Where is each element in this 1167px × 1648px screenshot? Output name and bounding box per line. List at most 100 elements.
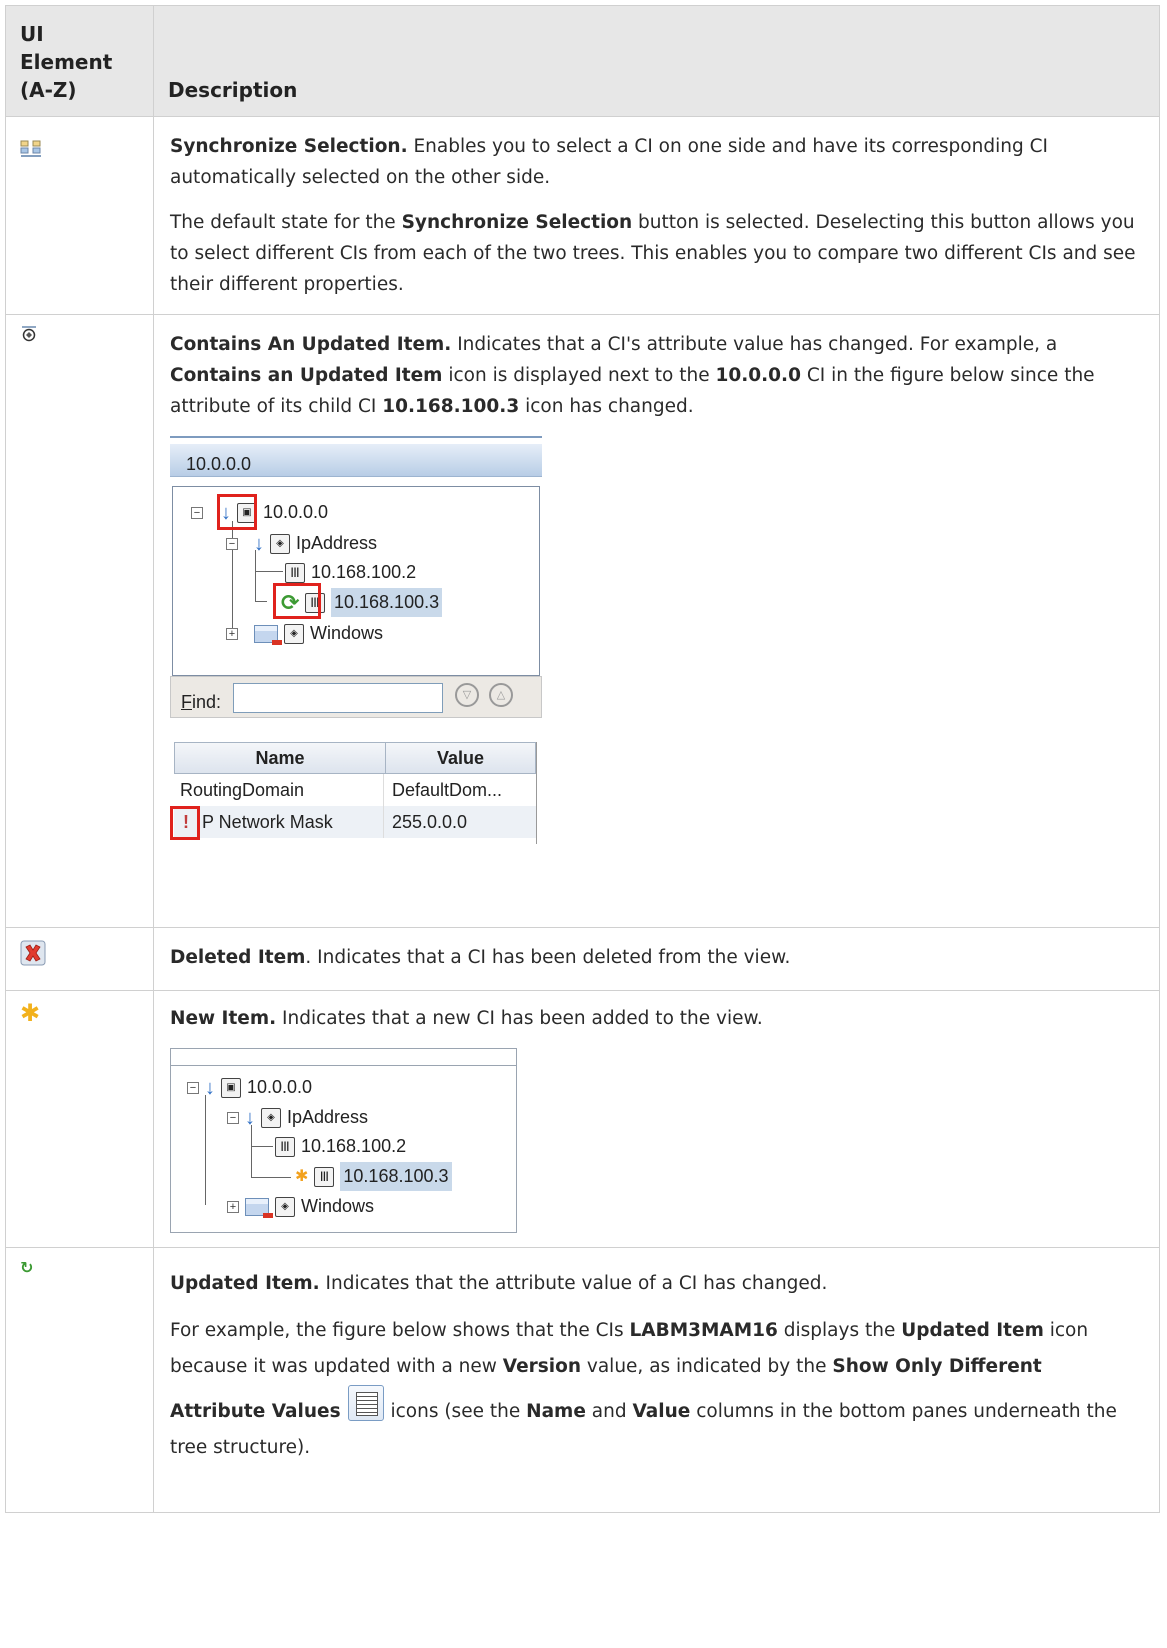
highlight-box <box>273 583 321 619</box>
expand-icon[interactable]: + <box>226 627 238 640</box>
node-label: IpAddress <box>287 1107 369 1127</box>
description-paragraph: New Item. Indicates that a new CI has be… <box>170 1003 1143 1034</box>
find-next-icon[interactable]: ▽ <box>455 683 479 707</box>
table-row: ✱ New Item. Indicates that a new CI has … <box>5 990 1160 1248</box>
bold-term: 10.168.100.3 <box>382 396 520 417</box>
collapse-icon[interactable]: − <box>227 1111 239 1124</box>
item-text: . Indicates that a CI has been deleted f… <box>305 947 791 968</box>
highlight-box <box>170 806 200 840</box>
description-paragraph: Contains An Updated Item. Indicates that… <box>170 329 1143 422</box>
column-header-value[interactable]: Value <box>386 743 535 773</box>
ci-type-icon: ◈ <box>284 623 304 644</box>
text-span: value, as indicated by the <box>581 1356 833 1377</box>
bold-term: Version <box>502 1356 582 1377</box>
item-title: Synchronize Selection. <box>170 136 408 157</box>
down-arrow-icon: ↓ <box>254 532 264 555</box>
view-icon <box>254 624 282 645</box>
property-value: 255.0.0.0 <box>392 812 468 832</box>
table-row[interactable]: P Network Mask 255.0.0.0 ! <box>170 806 536 840</box>
updated-item-icon: ↻ <box>20 1258 34 1277</box>
property-name-cell: P Network Mask <box>174 806 384 838</box>
collapse-icon[interactable]: − <box>191 506 203 519</box>
find-previous-icon[interactable]: △ <box>489 683 513 707</box>
icon-cell <box>5 314 154 928</box>
tree-node-windows[interactable]: + ◈ Windows <box>227 1192 374 1221</box>
item-title: Updated Item. <box>170 1273 320 1294</box>
ip-icon: ||| <box>314 1166 335 1187</box>
view-icon <box>245 1197 273 1218</box>
properties-header: Name Value <box>174 742 536 774</box>
tree-screenshot-figure: 10.0.0.0 − ↓ ▣ 10.0.0.0 − ↓ ◈ IpAddress … <box>170 436 550 896</box>
property-value: DefaultDom... <box>392 780 503 800</box>
item-title: New Item. <box>170 1008 277 1029</box>
node-label: Windows <box>310 623 384 643</box>
tree-view: − ↓ ▣ 10.0.0.0 − ↓ ◈ IpAddress ||| 10.16… <box>172 486 540 676</box>
description-cell: Deleted Item. Indicates that a CI has be… <box>153 927 1160 991</box>
property-name: P Network Mask <box>202 812 333 832</box>
tree-node-root[interactable]: − ↓ ▣ 10.0.0.0 <box>187 1073 312 1102</box>
new-item-icon: ✱ <box>20 999 41 1027</box>
icon-cell: ↻ <box>5 1247 154 1513</box>
description-paragraph: For example, the figure below shows that… <box>170 1313 1143 1466</box>
text-span: The default state for the <box>170 212 402 233</box>
node-label: 10.168.100.2 <box>301 1136 407 1156</box>
table-row: ↻ Updated Item. Indicates that the attri… <box>5 1247 1160 1513</box>
icon-cell <box>5 927 154 991</box>
tree-node-ip-2[interactable]: ✱ ||| 10.168.100.3 <box>295 1162 452 1191</box>
tree-node-windows[interactable]: + ◈ Windows <box>226 619 383 648</box>
collapse-icon[interactable]: − <box>187 1081 199 1094</box>
expand-icon[interactable]: + <box>227 1200 239 1213</box>
table-row: Deleted Item. Indicates that a CI has be… <box>5 927 1160 991</box>
description-cell: Synchronize Selection. Enables you to se… <box>153 116 1160 315</box>
description-paragraph: Synchronize Selection. Enables you to se… <box>170 131 1143 193</box>
tree-node-root[interactable]: − ↓ ▣ 10.0.0.0 <box>191 498 328 527</box>
description-cell: New Item. Indicates that a new CI has be… <box>153 990 1160 1248</box>
item-text: Indicates that the attribute value of a … <box>319 1273 828 1294</box>
table-row: Synchronize Selection. Enables you to se… <box>5 116 1160 315</box>
ui-element-table: UI Element (A-Z) Description Synchronize… <box>5 5 1160 1513</box>
find-label: Find: <box>181 692 222 712</box>
tree-node-ip-1[interactable]: ||| 10.168.100.2 <box>275 1132 406 1161</box>
text-span: icon has changed. <box>519 396 694 417</box>
node-label: 10.0.0.0 <box>247 1077 313 1097</box>
description-cell: Updated Item. Indicates that the attribu… <box>153 1247 1160 1513</box>
item-title: Contains An Updated Item. <box>170 334 452 355</box>
bold-term: Synchronize Selection <box>401 212 633 233</box>
node-label: IpAddress <box>296 533 378 553</box>
header-description: Description <box>153 5 1160 117</box>
down-arrow-icon: ↓ <box>245 1106 255 1129</box>
table-header-row: UI Element (A-Z) Description <box>5 5 1160 117</box>
bold-term: Value <box>632 1401 691 1422</box>
bold-term: 10.0.0.0 <box>715 365 801 386</box>
deleted-item-icon <box>20 940 46 970</box>
contains-updated-item-icon <box>20 325 38 347</box>
text-span: icon is displayed next to the <box>442 365 716 386</box>
collapse-icon[interactable]: − <box>226 537 238 550</box>
bold-term: Updated Item <box>901 1320 1044 1341</box>
node-label: 10.168.100.3 <box>340 1162 452 1191</box>
item-text: Indicates that a new CI has been added t… <box>276 1008 763 1029</box>
down-arrow-icon: ↓ <box>205 1076 215 1099</box>
description-paragraph: Updated Item. Indicates that the attribu… <box>170 1268 1143 1299</box>
header-description-label: Description <box>168 78 298 102</box>
highlight-box <box>217 494 257 530</box>
text-span: Indicates that a CI's attribute value ha… <box>451 334 1058 355</box>
bold-term: Name <box>526 1401 586 1422</box>
table-row[interactable]: RoutingDomain DefaultDom... <box>174 774 536 806</box>
bold-term: LABM3MAM16 <box>629 1320 778 1341</box>
text-span: For example, the figure below shows that… <box>170 1320 630 1341</box>
network-icon: ▣ <box>221 1077 241 1098</box>
show-only-different-attribute-values-icon <box>348 1385 385 1421</box>
find-input[interactable] <box>233 683 443 713</box>
node-label: Windows <box>301 1196 375 1216</box>
tree-node-ipaddress[interactable]: − ↓ ◈ IpAddress <box>226 529 377 558</box>
column-header-name[interactable]: Name <box>175 743 386 773</box>
ip-icon: ||| <box>275 1136 295 1157</box>
node-label: 10.168.100.3 <box>331 588 443 617</box>
tree-panel-header <box>171 1049 516 1066</box>
icon-cell <box>5 116 154 315</box>
tree-panel-title-bar: 10.0.0.0 <box>170 444 542 477</box>
ci-type-icon: ◈ <box>275 1196 295 1217</box>
tree-node-ipaddress[interactable]: − ↓ ◈ IpAddress <box>227 1103 368 1132</box>
text-span: and <box>585 1401 633 1422</box>
